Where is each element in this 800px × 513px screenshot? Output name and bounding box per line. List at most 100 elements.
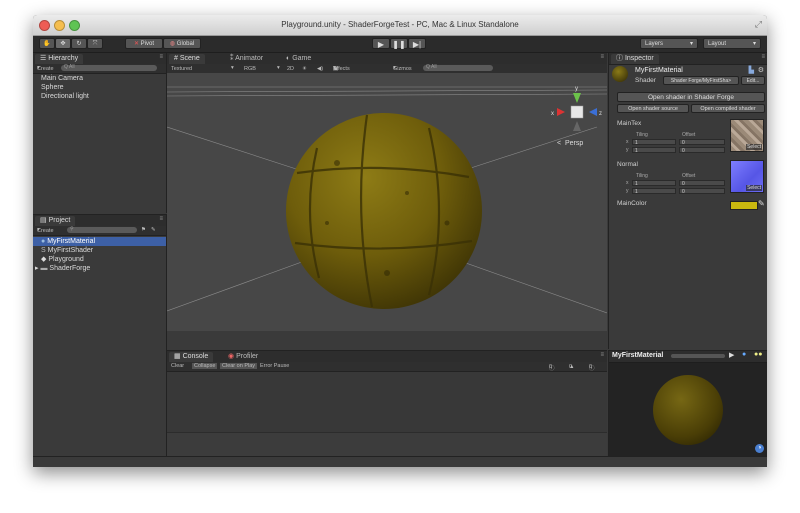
hierarchy-panel: ☰ Hierarchy ≡ Create ▾ Q All Main Camera… bbox=[33, 53, 167, 213]
hierarchy-item-directional-light[interactable]: Directional light bbox=[33, 92, 166, 101]
shader-edit-button[interactable]: Edit... bbox=[741, 76, 765, 85]
project-item[interactable]: ● MyFirstMaterial bbox=[33, 237, 166, 246]
project-item[interactable]: S MyFirstShader bbox=[33, 246, 166, 255]
chevron-down-icon: ▾ bbox=[752, 41, 756, 47]
filter-type-icon[interactable]: ⚑ bbox=[141, 227, 146, 233]
console-log-area[interactable] bbox=[167, 372, 607, 433]
tab-console[interactable]: ▦ Console bbox=[169, 352, 214, 362]
rotate-icon: ↻ bbox=[76, 41, 82, 47]
maintex-y-label: y bbox=[626, 147, 629, 153]
filter-label-icon[interactable]: ✎ bbox=[151, 227, 156, 233]
project-search-input[interactable]: ⚲ bbox=[67, 226, 137, 233]
material-preview-sphere[interactable] bbox=[653, 375, 723, 445]
effects-dropdown[interactable]: ▣ Effects ▾ bbox=[333, 65, 350, 72]
open-in-shader-forge-button[interactable]: Open shader in Shader Forge bbox=[617, 92, 765, 102]
book-icon[interactable]: ▙ bbox=[749, 66, 754, 74]
hierarchy-tab-label: Hierarchy bbox=[48, 55, 79, 62]
expand-arrow-icon[interactable]: ▸ bbox=[35, 265, 39, 272]
pivot-toggle[interactable]: ✕ Pivot bbox=[125, 38, 163, 49]
gizmo-axis-z: z bbox=[599, 111, 602, 117]
game-icon: ◐ bbox=[286, 55, 291, 62]
gizmo-axis-x: x bbox=[551, 111, 554, 117]
tab-game[interactable]: ◐ Game bbox=[281, 54, 316, 64]
persp-label[interactable]: Persp bbox=[565, 140, 583, 147]
tab-inspector[interactable]: ⓘ Inspector bbox=[611, 54, 659, 64]
maincolor-swatch[interactable] bbox=[730, 201, 758, 210]
panel-menu-icon[interactable]: ≡ bbox=[761, 54, 765, 60]
panel-menu-icon[interactable]: ≡ bbox=[159, 216, 163, 222]
orientation-gizmo[interactable] bbox=[557, 93, 597, 131]
tab-hierarchy[interactable]: ☰ Hierarchy bbox=[35, 54, 84, 64]
preview-title: MyFirstMaterial bbox=[612, 352, 664, 359]
rotate-tool-button[interactable]: ↻ bbox=[71, 38, 87, 49]
console-clear-button[interactable]: Clear bbox=[171, 363, 184, 369]
shader-dropdown[interactable]: Shader Forge/MyFirstSha> bbox=[663, 76, 739, 85]
layers-dropdown[interactable]: Layers ▾ bbox=[640, 38, 698, 49]
pause-button[interactable]: ❚❚ bbox=[390, 38, 408, 49]
tab-project[interactable]: ▤ Project bbox=[35, 216, 76, 226]
normal-select-button[interactable]: Select bbox=[746, 185, 762, 191]
sphere-object[interactable] bbox=[286, 113, 482, 309]
resize-diagonal-icon[interactable]: ⤢ bbox=[755, 19, 762, 30]
open-compiled-shader-button[interactable]: Open compiled shader bbox=[691, 104, 765, 113]
normal-tiling-label: Tiling bbox=[636, 173, 648, 179]
console-error-pause-button[interactable]: Error Pause bbox=[260, 363, 289, 369]
global-toggle[interactable]: ◍ Global bbox=[163, 38, 201, 49]
gear-icon[interactable]: ⚙ bbox=[758, 66, 764, 74]
pivot-label: Pivot bbox=[140, 41, 155, 47]
play-button[interactable]: ▶ bbox=[372, 38, 390, 49]
panel-menu-icon[interactable]: ≡ bbox=[600, 352, 604, 358]
normal-label: Normal bbox=[617, 161, 638, 168]
effects-label: Effects bbox=[333, 66, 350, 72]
hierarchy-create-button[interactable]: Create ▾ bbox=[37, 65, 54, 72]
normal-offset-y-field[interactable]: 0 bbox=[679, 188, 725, 195]
gizmos-dropdown[interactable]: Gizmos ▾ bbox=[393, 65, 412, 72]
preview-settings-icon[interactable]: ◑ bbox=[755, 444, 764, 453]
gizmo-search-input[interactable]: Q All bbox=[423, 64, 493, 71]
eyedropper-icon[interactable]: ✎ bbox=[758, 199, 765, 208]
tab-animator[interactable]: ⁑ Animator bbox=[225, 54, 268, 64]
preview-slider[interactable] bbox=[671, 354, 725, 358]
normal-offset-label: Offset bbox=[682, 173, 696, 179]
maintex-offset-y-field[interactable]: 0 bbox=[679, 147, 725, 154]
maintex-select-button[interactable]: Select bbox=[746, 144, 762, 150]
scene-viewport[interactable]: y x z Persp < bbox=[167, 73, 607, 331]
normal-offset-x-field[interactable]: 0 bbox=[679, 180, 725, 187]
normal-tiling-y-field[interactable]: 1 bbox=[632, 188, 676, 195]
project-create-button[interactable]: Create ▾ bbox=[37, 227, 54, 234]
preview-sphere-icon[interactable]: ● bbox=[742, 351, 746, 358]
shader-value: Shader Forge/MyFirstSha> bbox=[670, 78, 732, 84]
maintex-offset-x-field[interactable]: 0 bbox=[679, 139, 725, 146]
normal-texture-slot[interactable]: Select bbox=[730, 160, 764, 193]
tab-profiler[interactable]: ◉ Profiler bbox=[223, 352, 263, 362]
project-item[interactable]: ◆ Playground bbox=[33, 255, 166, 264]
maintex-tiling-y-field[interactable]: 1 bbox=[632, 147, 676, 154]
panel-menu-icon[interactable]: ≡ bbox=[159, 54, 163, 60]
move-tool-button[interactable]: ✥ bbox=[55, 38, 71, 49]
console-clear-on-play-button[interactable]: Clear on Play bbox=[220, 363, 258, 369]
layout-dropdown[interactable]: Layout ▾ bbox=[703, 38, 761, 49]
preview-light-icon[interactable]: ●● bbox=[754, 351, 762, 358]
console-detail-area[interactable] bbox=[167, 433, 607, 457]
hierarchy-item-main-camera[interactable]: Main Camera bbox=[33, 74, 166, 83]
panel-menu-icon[interactable]: ≡ bbox=[600, 54, 604, 60]
normal-tiling-x-field[interactable]: 1 bbox=[632, 180, 676, 187]
hand-icon: ✋ bbox=[43, 41, 51, 47]
maintex-texture-slot[interactable]: Select bbox=[730, 119, 764, 152]
preview-play-icon[interactable]: ▶ bbox=[729, 351, 734, 359]
open-shader-source-button[interactable]: Open shader source bbox=[617, 104, 689, 113]
maintex-tiling-label: Tiling bbox=[636, 132, 648, 138]
step-button[interactable]: ▶| bbox=[408, 38, 426, 49]
normal-x-label: x bbox=[626, 180, 629, 186]
scale-icon: ⤧ bbox=[92, 41, 98, 47]
tab-scene[interactable]: # Scene bbox=[169, 54, 205, 64]
hierarchy-item-sphere[interactable]: Sphere bbox=[33, 83, 166, 92]
console-collapse-button[interactable]: Collapse bbox=[192, 363, 218, 369]
hierarchy-search-input[interactable]: Q All bbox=[61, 64, 157, 71]
project-item[interactable]: ▸ ▬ ShaderForge bbox=[33, 264, 166, 273]
maintex-tiling-x-field[interactable]: 1 bbox=[632, 139, 676, 146]
scale-tool-button[interactable]: ⤧ bbox=[87, 38, 103, 49]
hand-tool-button[interactable]: ✋ bbox=[39, 38, 55, 49]
material-preview-panel: MyFirstMaterial ▶ ● ●● ◑ bbox=[608, 350, 767, 457]
hierarchy-list: Main Camera Sphere Directional light bbox=[33, 74, 166, 101]
